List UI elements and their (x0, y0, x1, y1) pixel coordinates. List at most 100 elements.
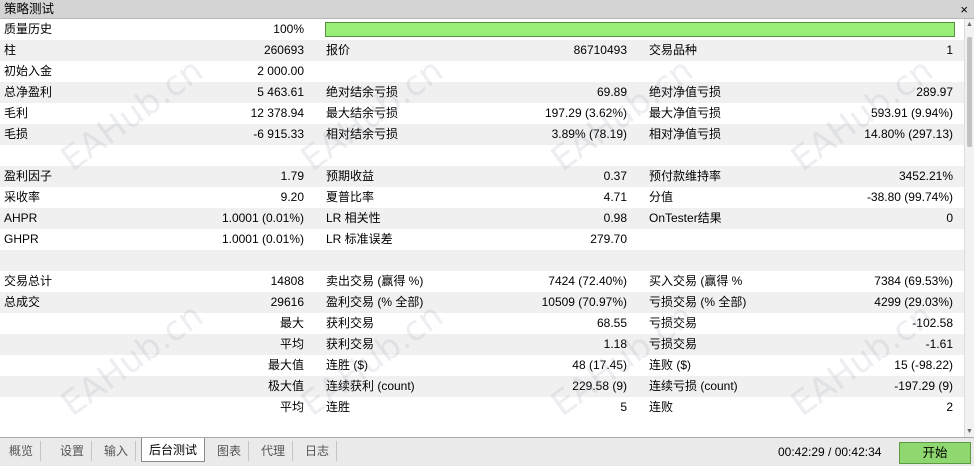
value-col3 (760, 61, 953, 82)
value-col2: 48 (17.45) (572, 358, 627, 372)
value-col3: 14.80% (297.13) (864, 127, 953, 141)
label-col1 (4, 313, 144, 334)
value-col2: 3.89% (78.19) (551, 127, 627, 141)
value-col2 (470, 61, 627, 82)
stats-row: 最大 获利交易 68.55 亏损交易 -102.58 (0, 313, 964, 334)
value-col1: 2 000.00 (257, 64, 304, 78)
stats-row: 平均 连胜 5 连败 2 (0, 397, 964, 418)
stats-row: 总净盈利 5 463.61 绝对结余亏损 69.89 绝对净值亏损 289.97 (0, 82, 964, 103)
stats-row: 最大值 连胜 ($) 48 (17.45) 连败 ($) 15 (-98.22) (0, 355, 964, 376)
stats-row (0, 250, 964, 271)
value-col1: 极大值 (267, 379, 304, 393)
value-col1: 最大 (279, 316, 304, 330)
tab-1[interactable]: 概览 (2, 441, 42, 461)
value-col1: 平均 (279, 337, 304, 351)
label-col1: 盈利因子 (4, 169, 53, 183)
label-col1: 总成交 (4, 295, 41, 309)
value-col2 (470, 250, 627, 271)
value-col1: 9.20 (280, 190, 304, 204)
label-col1 (4, 376, 144, 397)
value-col2: 0.98 (603, 211, 627, 225)
value-col1: 5 463.61 (257, 85, 304, 99)
tab-bar: 概览 设置 输入 后台测试 图表 代理 日志 00:42:29 / 00:42:34 开始 (0, 437, 974, 466)
value-col3: 289.97 (916, 85, 953, 99)
value-col3 (760, 229, 953, 250)
results-grid: 质量历史 100% 柱 260693 报价 86710493 交易品种 1 初始入金 2 00… (0, 19, 964, 418)
label-col1: 总净盈利 (4, 85, 53, 99)
label-col1 (4, 355, 144, 376)
vertical-scrollbar[interactable]: ▲ ▼ (964, 19, 974, 437)
value-col3 (760, 250, 953, 271)
stats-row: 柱 260693 报价 86710493 交易品种 1 (0, 40, 964, 61)
value-col1 (150, 250, 304, 271)
label-col1: AHPR (4, 211, 38, 225)
value-col2: 5 (620, 400, 627, 414)
label-col1: 柱 (4, 43, 17, 57)
tab-7[interactable]: 日志 (298, 441, 338, 461)
stats-rows: 柱 260693 报价 86710493 交易品种 1 初始入金 2 000.00 总净盈利 5 … (0, 40, 964, 418)
value-col2: 10509 (70.97%) (541, 295, 627, 309)
value-col3: 4299 (29.03%) (874, 295, 953, 309)
value-col2: 0.37 (603, 169, 627, 183)
label-col1 (4, 334, 144, 355)
value-col1: 260693 (263, 43, 304, 57)
stats-row (0, 145, 964, 166)
stats-row: 初始入金 2 000.00 (0, 61, 964, 82)
window-title: 策略测试 (4, 2, 55, 16)
label-col1: 毛损 (4, 127, 29, 141)
label-col1: 毛利 (4, 106, 29, 120)
stats-row: 交易总计 14808 卖出交易 (赢得 %) 7424 (72.40%) 买入交易 (赢… (0, 271, 964, 292)
label-col1 (4, 145, 144, 166)
value-col3: -102.58 (912, 316, 953, 330)
label-col1 (4, 250, 144, 271)
quality-value: 100% (273, 22, 304, 36)
tab-6[interactable]: 代理 (254, 441, 294, 461)
scroll-up-icon[interactable]: ▲ (966, 21, 973, 28)
stats-row: 毛损 -6 915.33 相对结余亏损 3.89% (78.19) 相对净值亏损 14.8… (0, 124, 964, 145)
tab-4[interactable]: 后台测试 (141, 438, 206, 462)
quality-label: 质量历史 (4, 22, 53, 36)
tab-3[interactable]: 输入 (97, 441, 137, 461)
close-icon[interactable]: × (960, 0, 968, 19)
value-col3: 3452.21% (898, 169, 953, 183)
value-col1: 29616 (270, 295, 304, 309)
value-col3: 593.91 (9.94%) (870, 106, 953, 120)
value-col1: 1.0001 (0.01%) (221, 211, 304, 225)
label-col1 (4, 397, 144, 418)
value-col3: -38.80 (99.74%) (866, 190, 953, 204)
value-col2: 197.29 (3.62%) (544, 106, 627, 120)
value-col2: 4.71 (603, 190, 627, 204)
value-col2: 279.70 (590, 232, 627, 246)
label-col1: 交易总计 (4, 274, 53, 288)
start-button[interactable]: 开始 (899, 442, 971, 464)
stats-row: 总成交 29616 盈利交易 (% 全部) 10509 (70.97%) 亏损交易 (%… (0, 292, 964, 313)
value-col3: 0 (946, 211, 953, 225)
value-col2: 86710493 (573, 43, 627, 57)
tab-2[interactable]: 设置 (53, 441, 93, 461)
value-col1: 12 378.94 (250, 106, 304, 120)
value-col2: 229.58 (9) (572, 379, 627, 393)
stats-row: 采收率 9.20 夏普比率 4.71 分值 -38.80 (99.74%) (0, 187, 964, 208)
value-col3 (760, 145, 953, 166)
value-col2: 7424 (72.40%) (548, 274, 627, 288)
value-col1: 1.79 (280, 169, 304, 183)
stats-row: 盈利因子 1.79 预期收益 0.37 预付款维持率 3452.21% (0, 166, 964, 187)
value-col2: 1.18 (603, 337, 627, 351)
scroll-thumb[interactable] (967, 37, 972, 147)
tab-5[interactable]: 图表 (210, 441, 250, 461)
value-col1: -6 915.33 (253, 127, 304, 141)
stats-row: 极大值 连续获利 (count) 229.58 (9) 连续亏损 (count) -19… (0, 376, 964, 397)
value-col3: -197.29 (9) (894, 379, 953, 393)
window-titlebar: 策略测试 × (0, 0, 974, 19)
label-col1: 初始入金 (4, 64, 53, 78)
elapsed-timer: 00:42:29 / 00:42:34 (778, 445, 882, 459)
value-col1: 最大值 (267, 358, 304, 372)
scroll-down-icon[interactable]: ▼ (966, 428, 973, 435)
stats-row: AHPR 1.0001 (0.01%) LR 相关性 0.98 OnTester结果 0 (0, 208, 964, 229)
value-col3: 15 (-98.22) (894, 358, 953, 372)
stats-row: 平均 获利交易 1.18 亏损交易 -1.61 (0, 334, 964, 355)
value-col1 (150, 145, 304, 166)
value-col2 (470, 145, 627, 166)
label-col1: 采收率 (4, 190, 41, 204)
label-col1: GHPR (4, 232, 39, 246)
